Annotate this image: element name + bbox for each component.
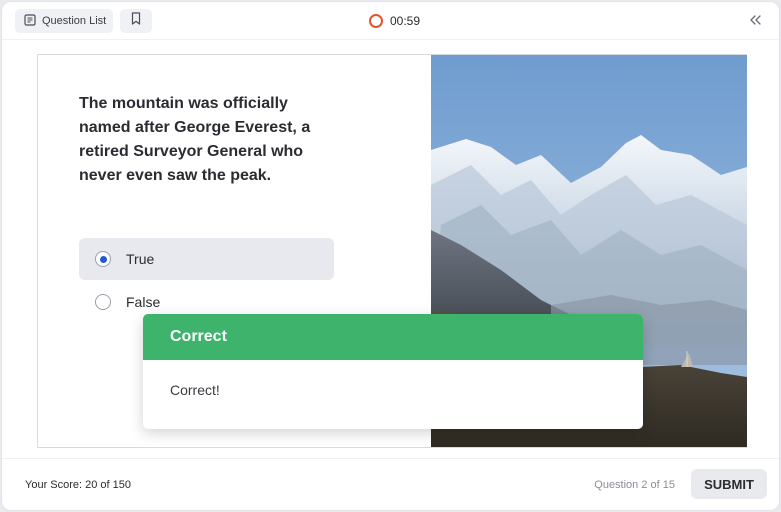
option-true[interactable]: True	[79, 238, 334, 280]
radio-unchecked-icon	[95, 294, 111, 310]
submit-button[interactable]: SUBMIT	[691, 469, 767, 499]
option-label: True	[126, 251, 155, 267]
question-list-button[interactable]: Question List	[15, 9, 113, 33]
timer-icon	[369, 14, 383, 28]
question-progress: Question 2 of 15	[594, 479, 675, 491]
feedback-title: Correct	[143, 314, 643, 360]
option-label: False	[126, 294, 161, 310]
collapse-button[interactable]	[747, 12, 763, 28]
chevrons-left-icon	[747, 15, 763, 32]
quiz-window: Question List 00:59 The mountain was off…	[1, 1, 780, 511]
feedback-message: Correct!	[170, 382, 220, 398]
question-text: The mountain was officially named after …	[79, 95, 311, 184]
feedback-popup: Correct Correct!	[143, 314, 643, 429]
list-icon	[24, 13, 36, 29]
question-list-label: Question List	[42, 15, 107, 27]
bookmark-icon	[131, 12, 141, 30]
footer-bar: Your Score: 20 of 150 Question 2 of 15 S…	[2, 458, 779, 510]
top-bar: Question List 00:59	[2, 2, 779, 40]
timer: 00:59	[369, 13, 420, 29]
radio-checked-icon	[95, 251, 111, 267]
timer-value: 00:59	[390, 14, 421, 28]
score-text: Your Score: 20 of 150	[25, 479, 132, 491]
bookmark-button[interactable]	[120, 9, 152, 33]
